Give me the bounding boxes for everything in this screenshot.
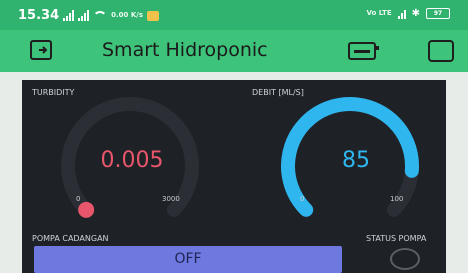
- signal-strength-icon: [397, 8, 406, 19]
- exit-icon[interactable]: [30, 40, 52, 60]
- volte-icon: Vo LTE: [366, 9, 392, 17]
- device-icon[interactable]: [348, 42, 379, 60]
- pompa-cadangan-label: POMPA CADANGAN: [32, 234, 109, 243]
- pompa-toggle-button[interactable]: OFF: [34, 246, 342, 273]
- app-notification-icon: [146, 10, 159, 21]
- wifi-icon: [93, 10, 108, 21]
- bluetooth-icon: ✱: [411, 8, 420, 19]
- status-right: Vo LTE ✱ 97: [366, 8, 450, 19]
- signal-icon: [63, 10, 75, 21]
- fullscreen-icon[interactable]: [428, 40, 454, 62]
- app-title: Smart Hidroponic: [102, 39, 268, 61]
- debit-value: 85: [342, 148, 370, 173]
- app-bar: Smart Hidroponic: [0, 30, 468, 72]
- status-bar: 15.34 0.00 K/s Vo LTE ✱ 97: [0, 0, 468, 30]
- debit-min: 0: [300, 195, 305, 203]
- network-speed-icon: 0.00 K/s: [111, 11, 143, 19]
- status-pompa-label: STATUS POMPA: [366, 234, 427, 243]
- status-time: 15.34: [18, 8, 60, 23]
- turbidity-max: 3000: [162, 195, 180, 203]
- turbidity-min: 0: [76, 195, 81, 203]
- debit-max: 100: [390, 195, 404, 203]
- battery-icon: 97: [426, 8, 450, 19]
- status-pompa-led: [390, 248, 420, 270]
- turbidity-value: 0.005: [100, 148, 164, 173]
- signal-icon: [78, 10, 90, 21]
- status-left: 15.34 0.00 K/s: [18, 8, 159, 23]
